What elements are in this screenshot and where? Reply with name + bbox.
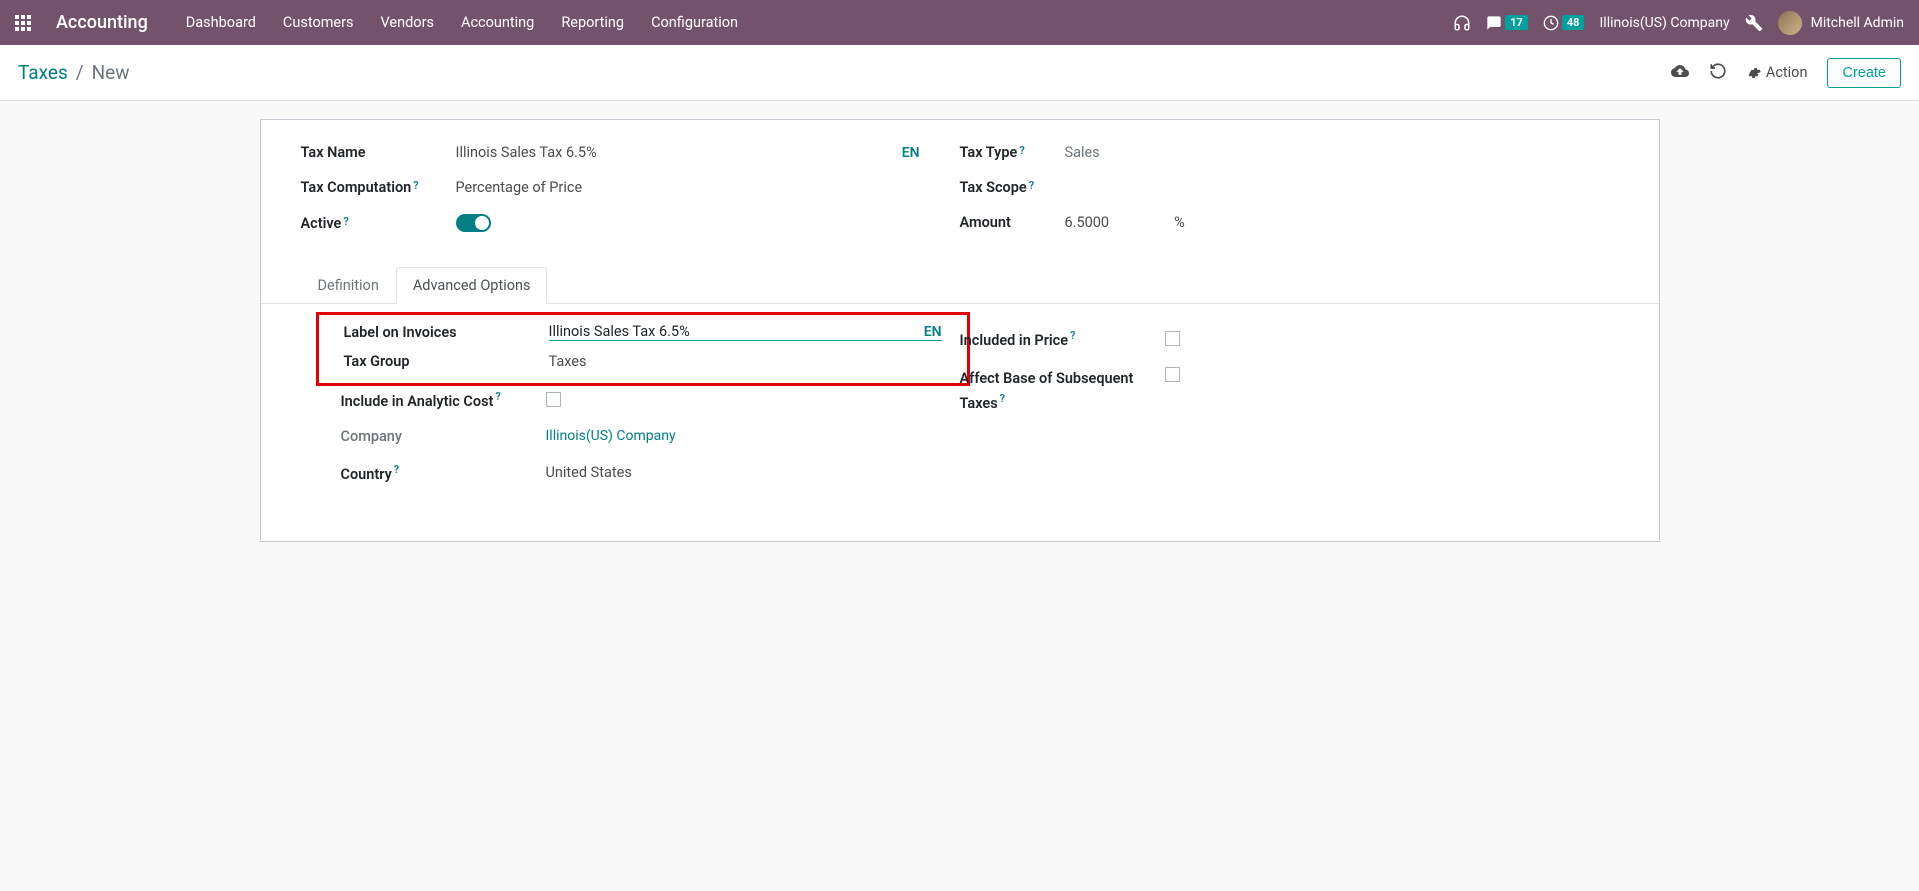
form-container: Tax Name Illinois Sales Tax 6.5% EN Tax … (260, 101, 1660, 542)
tax-name-lang[interactable]: EN (902, 145, 920, 161)
affect-base-checkbox[interactable] (1165, 367, 1180, 382)
avatar (1778, 11, 1802, 35)
nav-accounting[interactable]: Accounting (461, 14, 534, 31)
country-label: Country? (341, 463, 546, 483)
tools-icon[interactable] (1745, 14, 1763, 32)
action-buttons: Action Create (1671, 58, 1901, 88)
top-navbar: Accounting Dashboard Customers Vendors A… (0, 0, 1919, 45)
tax-computation-value[interactable]: Percentage of Price (456, 179, 583, 196)
tax-group-label: Tax Group (344, 353, 549, 370)
tax-type-group: Tax Type? Sales (960, 144, 1619, 161)
label-on-invoices-group: Label on Invoices Illinois Sales Tax 6.5… (344, 323, 942, 341)
form-left-col: Tax Name Illinois Sales Tax 6.5% EN Tax … (301, 144, 960, 250)
include-analytic-group: Include in Analytic Cost? (341, 390, 960, 410)
company-name[interactable]: Illinois(US) Company (1599, 15, 1729, 31)
help-icon[interactable]: ? (1029, 179, 1034, 192)
action-bar: Taxes / New Action Create (0, 45, 1919, 101)
company-group: Company Illinois(US) Company (341, 428, 960, 445)
tab-advanced-options[interactable]: Advanced Options (396, 267, 548, 304)
support-icon[interactable] (1453, 14, 1471, 32)
help-icon[interactable]: ? (394, 463, 399, 476)
breadcrumb-parent[interactable]: Taxes (18, 61, 68, 84)
amount-group: Amount 6.5000 % (960, 214, 1619, 231)
tax-group-group: Tax Group Taxes (344, 353, 942, 370)
included-in-price-label: Included in Price? (960, 329, 1165, 349)
advanced-right-col: Included in Price? Affect Base of Subseq… (960, 304, 1619, 501)
nav-links: Dashboard Customers Vendors Accounting R… (186, 14, 738, 31)
activities-count: 48 (1562, 15, 1585, 30)
breadcrumb-current: New (92, 61, 130, 84)
messages-count: 17 (1505, 15, 1528, 30)
help-icon[interactable]: ? (343, 215, 348, 228)
tax-name-label: Tax Name (301, 144, 456, 161)
country-group: Country? United States (341, 463, 960, 483)
help-icon[interactable]: ? (413, 179, 418, 192)
app-brand[interactable]: Accounting (56, 12, 148, 33)
affect-base-group: Affect Base of Subsequent Taxes? (960, 367, 1619, 415)
include-analytic-checkbox[interactable] (546, 392, 561, 407)
active-group: Active? (301, 214, 960, 232)
tax-computation-group: Tax Computation? Percentage of Price (301, 179, 960, 196)
gear-icon (1747, 66, 1761, 80)
tax-name-group: Tax Name Illinois Sales Tax 6.5% EN (301, 144, 960, 161)
messages-button[interactable]: 17 (1486, 15, 1528, 31)
tax-type-label: Tax Type? (960, 144, 1065, 161)
nav-vendors[interactable]: Vendors (381, 14, 434, 31)
label-on-invoices-lang[interactable]: EN (924, 324, 942, 340)
help-icon[interactable]: ? (495, 390, 500, 403)
include-analytic-label: Include in Analytic Cost? (341, 390, 546, 410)
discard-icon[interactable] (1709, 62, 1727, 84)
tabs: Definition Advanced Options (261, 267, 1659, 304)
advanced-left-col: Label on Invoices Illinois Sales Tax 6.5… (301, 304, 960, 501)
help-icon[interactable]: ? (1019, 144, 1024, 157)
tax-computation-label: Tax Computation? (301, 179, 456, 196)
tax-name-value[interactable]: Illinois Sales Tax 6.5% (456, 144, 597, 161)
form-right-col: Tax Type? Sales Tax Scope? Amount 6.5000… (960, 144, 1619, 250)
nav-dashboard[interactable]: Dashboard (186, 14, 256, 31)
label-on-invoices-label: Label on Invoices (344, 324, 549, 341)
tax-group-value[interactable]: Taxes (549, 353, 587, 370)
nav-reporting[interactable]: Reporting (561, 14, 624, 31)
label-on-invoices-value: Illinois Sales Tax 6.5% (549, 323, 690, 340)
form-sheet: Tax Name Illinois Sales Tax 6.5% EN Tax … (260, 119, 1660, 542)
amount-label: Amount (960, 214, 1065, 231)
nav-left: Accounting Dashboard Customers Vendors A… (15, 12, 738, 33)
company-value[interactable]: Illinois(US) Company (546, 428, 676, 444)
create-button[interactable]: Create (1827, 58, 1901, 88)
tax-scope-group: Tax Scope? (960, 179, 1619, 196)
nav-configuration[interactable]: Configuration (651, 14, 738, 31)
label-on-invoices-input[interactable]: Illinois Sales Tax 6.5% EN (549, 323, 942, 341)
tab-definition[interactable]: Definition (301, 267, 396, 304)
amount-unit: % (1174, 214, 1185, 231)
user-menu[interactable]: Mitchell Admin (1778, 11, 1904, 35)
help-icon[interactable]: ? (1070, 329, 1075, 342)
included-in-price-checkbox[interactable] (1165, 331, 1180, 346)
tax-type-value[interactable]: Sales (1065, 144, 1100, 161)
cloud-save-icon[interactable] (1671, 62, 1689, 84)
action-dropdown[interactable]: Action (1747, 64, 1808, 81)
help-icon[interactable]: ? (1000, 392, 1005, 405)
company-label: Company (341, 428, 546, 445)
tab-content: Label on Invoices Illinois Sales Tax 6.5… (261, 304, 1659, 501)
country-value[interactable]: United States (546, 464, 632, 481)
user-name: Mitchell Admin (1811, 15, 1904, 31)
amount-value[interactable]: 6.5000 (1065, 214, 1110, 231)
active-label: Active? (301, 215, 456, 232)
form-top-row: Tax Name Illinois Sales Tax 6.5% EN Tax … (261, 144, 1659, 250)
included-in-price-group: Included in Price? (960, 329, 1619, 349)
tax-scope-label: Tax Scope? (960, 179, 1065, 196)
breadcrumb-sep: / (76, 61, 84, 84)
highlight-box: Label on Invoices Illinois Sales Tax 6.5… (316, 312, 970, 386)
breadcrumb: Taxes / New (18, 61, 130, 84)
nav-customers[interactable]: Customers (283, 14, 354, 31)
affect-base-label: Affect Base of Subsequent Taxes? (960, 367, 1165, 415)
apps-grid-icon[interactable] (15, 15, 31, 31)
nav-right: 17 48 Illinois(US) Company Mitchell Admi… (1453, 11, 1904, 35)
active-toggle[interactable] (456, 214, 491, 232)
activities-button[interactable]: 48 (1543, 15, 1585, 31)
